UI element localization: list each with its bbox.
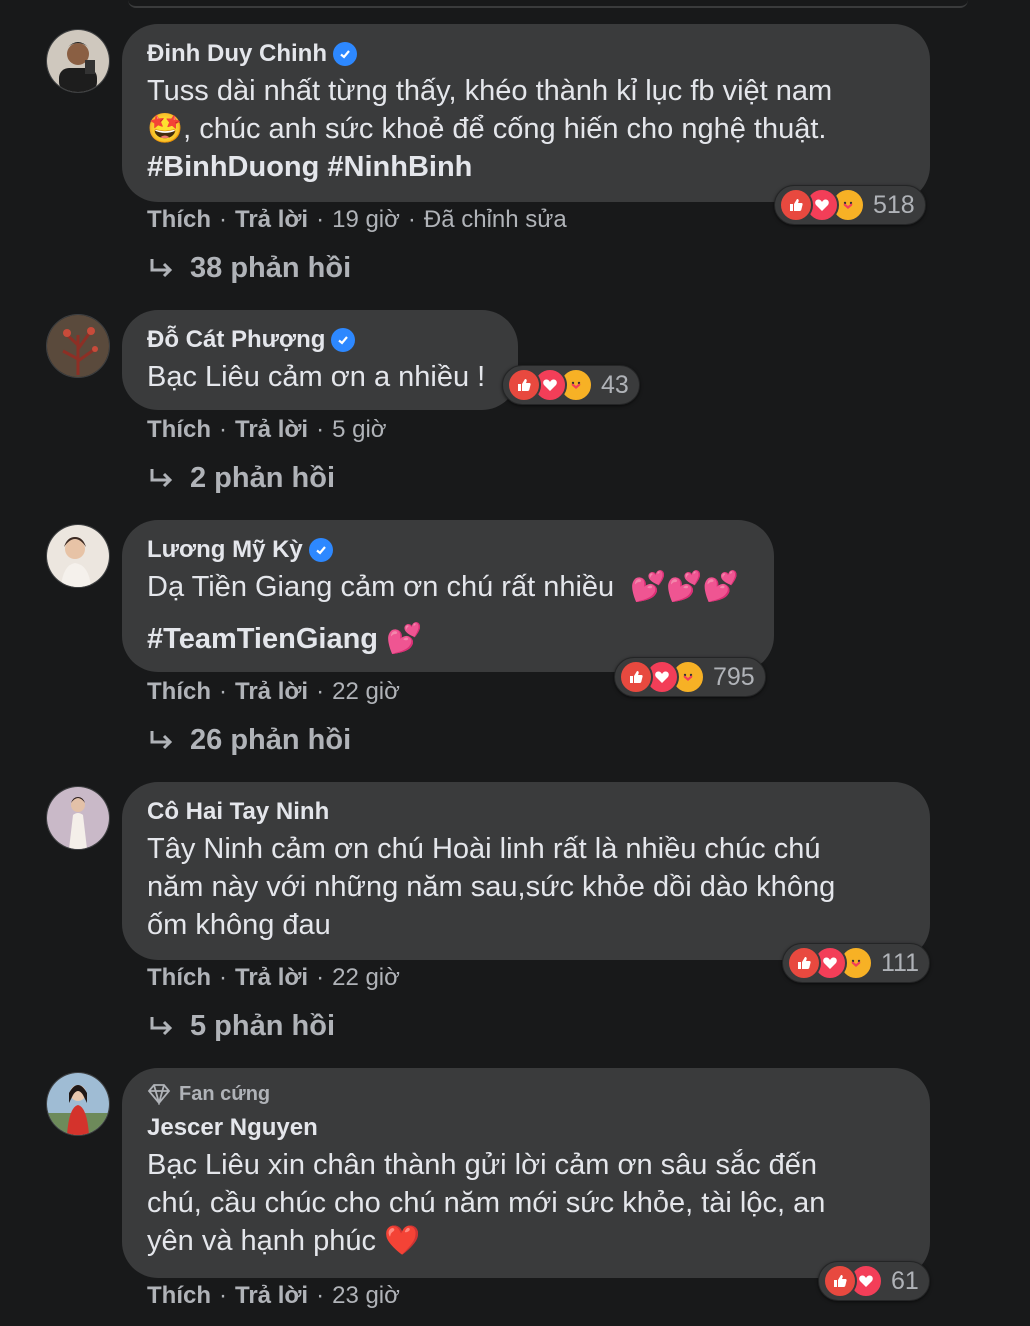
verified-badge-icon [308,538,333,562]
reaction-summary[interactable]: 111 [782,943,931,983]
replies-count[interactable]: 26 phản hồi [190,724,351,757]
reaction-count: 795 [713,662,755,691]
timestamp[interactable]: 19 giờ [332,206,400,234]
reaction-summary[interactable]: 518 [774,185,926,225]
author-name[interactable]: Cô Hai Tay Ninh [147,798,329,826]
replies-count[interactable]: 38 phản hồi [190,252,351,285]
hashtag-link[interactable]: #TeamTienGiang [147,623,378,655]
like-button[interactable]: Thích [147,1282,211,1310]
view-replies-button[interactable]: 5 phản hồi [148,1010,335,1043]
previous-comment-edge [128,0,968,8]
comment-bubble: Lương Mỹ Kỳ Dạ Tiền Giang cảm ơn chú rất… [122,520,774,672]
like-reaction-icon [787,946,821,980]
reaction-count: 43 [601,370,629,399]
emoji: 💕 [386,623,423,655]
author-name[interactable]: Đinh Duy Chinh [147,40,327,68]
comment-text: Bạc Liêu cảm ơn a nhiều ! [147,361,486,393]
reaction-summary[interactable]: 61 [818,1261,930,1301]
verified-badge-icon [332,42,357,66]
timestamp[interactable]: 5 giờ [332,416,386,444]
replies-count[interactable]: 5 phản hồi [190,1010,335,1043]
author-name[interactable]: Jescer Nguyen [147,1114,318,1142]
emoji: 💕💕💕 [630,571,739,603]
comment-text: Tuss dài nhất từng thấy, khéo thành kỉ l… [147,75,833,183]
reaction-count: 111 [881,948,920,977]
like-button[interactable]: Thích [147,416,211,444]
view-replies-button[interactable]: 38 phản hồi [148,252,351,285]
avatar[interactable] [46,524,110,588]
reply-arrow-icon [150,1016,173,1035]
reaction-summary[interactable]: 43 [502,365,640,405]
reply-arrow-icon [150,468,173,487]
comment-bubble: Đỗ Cát Phượng Bạc Liêu cảm ơn a nhiều ! [122,310,518,410]
reply-button[interactable]: Trả lời [235,678,308,706]
hashtag-link[interactable]: #BinhDuong #NinhBinh [147,151,472,183]
avatar[interactable] [46,1072,110,1136]
timestamp[interactable]: 22 giờ [332,964,400,992]
like-reaction-icon [619,660,653,694]
reply-button[interactable]: Trả lời [235,1282,308,1310]
like-button[interactable]: Thích [147,678,211,706]
view-replies-button[interactable]: 2 phản hồi [148,462,335,495]
emoji: ❤️ [384,1225,421,1257]
verified-badge-icon [331,328,356,352]
reply-arrow-icon [150,730,173,749]
diamond-icon [147,1084,171,1105]
avatar[interactable] [46,786,110,850]
view-replies-button[interactable]: 26 phản hồi [148,724,351,757]
reply-arrow-icon [150,258,173,277]
emoji: 🤩 [147,113,184,145]
comment-bubble: Cô Hai Tay Ninh Tây Ninh cảm ơn chú Hoài… [122,782,930,960]
comment-bubble: Fan cứng Jescer Nguyen Bạc Liêu xin chân… [122,1068,930,1278]
reply-button[interactable]: Trả lời [235,416,308,444]
timestamp[interactable]: 23 giờ [332,1282,400,1310]
like-reaction-icon [779,188,813,222]
edited-label[interactable]: Đã chỉnh sửa [424,206,567,234]
like-reaction-icon [507,368,541,402]
comment-text: Tây Ninh cảm ơn chú Hoài linh rất là nhi… [147,833,836,941]
reaction-summary[interactable]: 795 [614,657,766,697]
like-button[interactable]: Thích [147,964,211,992]
comment-text: Bạc Liêu xin chân thành gửi lời cảm ơn s… [147,1149,826,1257]
reaction-count: 61 [891,1266,919,1295]
comment-bubble: Đinh Duy Chinh Tuss dài nhất từng thấy, … [122,24,930,202]
avatar[interactable] [46,314,110,378]
avatar[interactable] [46,29,110,93]
fan-badge-label: Fan cứng [179,1082,271,1105]
author-name[interactable]: Đỗ Cát Phượng [147,326,325,354]
like-reaction-icon [823,1264,857,1298]
comment-text: Dạ Tiền Giang cảm ơn chú rất nhiều 💕💕💕 [147,571,739,603]
like-button[interactable]: Thích [147,206,211,234]
author-name[interactable]: Lương Mỹ Kỳ [147,536,303,564]
reply-button[interactable]: Trả lời [235,964,308,992]
timestamp[interactable]: 22 giờ [332,678,400,706]
reaction-count: 518 [873,190,915,219]
reply-button[interactable]: Trả lời [235,206,308,234]
replies-count[interactable]: 2 phản hồi [190,462,335,495]
